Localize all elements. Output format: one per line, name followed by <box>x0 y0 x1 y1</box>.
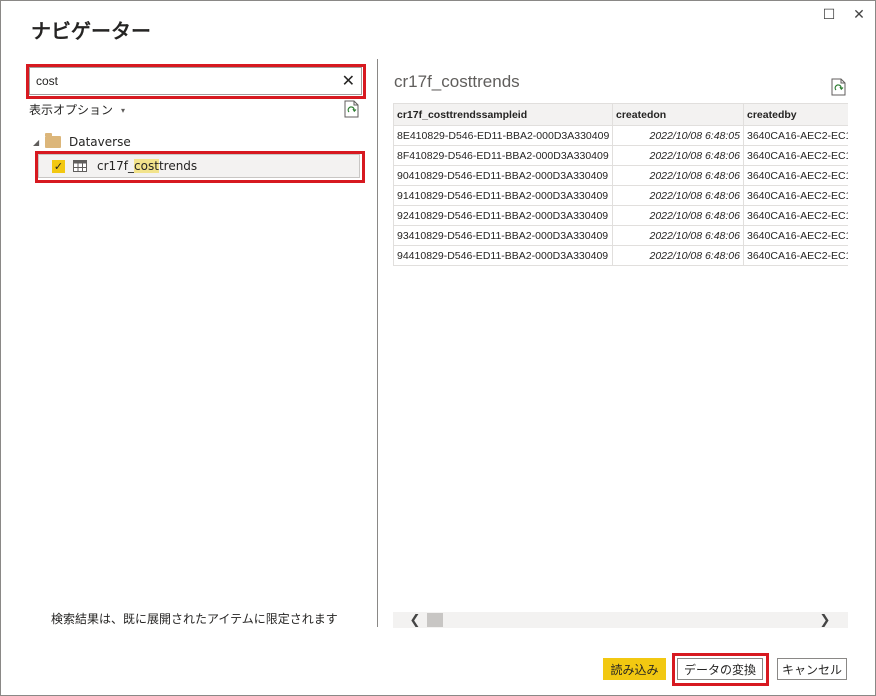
maximize-icon: ☐ <box>822 7 836 23</box>
expand-triangle-icon[interactable]: ◢ <box>33 138 45 147</box>
tree-item-label: cr17f_costtrends <box>97 159 197 173</box>
search-box: ✕ <box>29 67 362 95</box>
close-window-button[interactable]: ✕ <box>845 5 873 25</box>
clear-search-icon[interactable]: ✕ <box>342 71 355 90</box>
table-row: 91410829-D546-ED11-BBA2-000D3A330409 202… <box>393 185 848 206</box>
table-cell: 91410829-D546-ED11-BBA2-000D3A330409 <box>393 185 613 206</box>
search-scope-note: 検索結果は、既に展開されたアイテムに限定されます <box>51 612 338 626</box>
chevron-down-icon: ▾ <box>121 106 126 115</box>
table-cell: 93410829-D546-ED11-BBA2-000D3A330409 <box>393 225 613 246</box>
column-header[interactable]: createdby <box>743 103 848 126</box>
table-row: 93410829-D546-ED11-BBA2-000D3A330409 202… <box>393 225 848 246</box>
table-header-row: cr17f_costtrendssampleid createdon creat… <box>393 103 848 126</box>
refresh-icon[interactable] <box>344 100 360 118</box>
table-cell: 92410829-D546-ED11-BBA2-000D3A330409 <box>393 205 613 226</box>
search-input[interactable] <box>30 69 332 93</box>
close-icon: ✕ <box>853 7 865 23</box>
table-cell: 3640CA16-AEC2-EC1 <box>743 125 848 146</box>
table-cell: 3640CA16-AEC2-EC1 <box>743 225 848 246</box>
scrollbar-thumb[interactable] <box>427 613 443 627</box>
tree-item-checkbox[interactable]: ✓ <box>52 159 65 173</box>
navigator-dialog: ☐ ✕ ナビゲーター ✕ 表示オプション ▾ ◢ Dataverse ✓ cr17… <box>0 0 876 696</box>
label-suffix: trends <box>158 159 198 173</box>
search-match-highlight: cost <box>134 159 159 173</box>
table-cell: 8E410829-D546-ED11-BBA2-000D3A330409 <box>393 125 613 146</box>
scroll-right-icon[interactable]: ❯ <box>817 612 833 628</box>
pane-divider <box>377 59 378 627</box>
table-cell: 2022/10/08 6:48:05 <box>612 125 744 146</box>
table-row: 92410829-D546-ED11-BBA2-000D3A330409 202… <box>393 205 848 226</box>
transform-data-button[interactable]: データの変換 <box>677 658 763 680</box>
table-cell: 2022/10/08 6:48:06 <box>612 165 744 186</box>
preview-table-container: cr17f_costtrendssampleid createdon creat… <box>393 103 848 273</box>
check-icon: ✓ <box>53 159 64 173</box>
table-cell: 3640CA16-AEC2-EC1 <box>743 185 848 206</box>
tree-node-dataverse[interactable]: ◢ Dataverse <box>33 133 131 151</box>
load-button[interactable]: 読み込み <box>603 658 666 680</box>
table-row: 94410829-D546-ED11-BBA2-000D3A330409 202… <box>393 245 848 266</box>
column-header[interactable]: createdon <box>612 103 744 126</box>
table-cell: 8F410829-D546-ED11-BBA2-000D3A330409 <box>393 145 613 166</box>
display-options-label: 表示オプション <box>29 103 114 117</box>
table-icon <box>73 160 87 172</box>
table-row: 8F410829-D546-ED11-BBA2-000D3A330409 202… <box>393 145 848 166</box>
scroll-left-icon[interactable]: ❮ <box>407 612 423 628</box>
table-cell: 3640CA16-AEC2-EC1 <box>743 245 848 266</box>
tree-item-costtrends[interactable]: ✓ cr17f_costtrends <box>38 154 360 178</box>
horizontal-scrollbar[interactable]: ❮ ❯ <box>393 612 848 628</box>
column-header[interactable]: cr17f_costtrendssampleid <box>393 103 613 126</box>
cancel-button[interactable]: キャンセル <box>777 658 847 680</box>
table-cell: 3640CA16-AEC2-EC1 <box>743 165 848 186</box>
tree-node-label: Dataverse <box>69 135 131 149</box>
display-options-dropdown[interactable]: 表示オプション ▾ <box>29 101 125 118</box>
table-cell: 94410829-D546-ED11-BBA2-000D3A330409 <box>393 245 613 266</box>
preview-refresh-icon[interactable] <box>831 78 847 96</box>
folder-icon <box>45 133 61 148</box>
table-row: 90410829-D546-ED11-BBA2-000D3A330409 202… <box>393 165 848 186</box>
maximize-button[interactable]: ☐ <box>815 5 843 25</box>
table-cell: 90410829-D546-ED11-BBA2-000D3A330409 <box>393 165 613 186</box>
table-cell: 2022/10/08 6:48:06 <box>612 225 744 246</box>
table-cell: 2022/10/08 6:48:06 <box>612 205 744 226</box>
table-cell: 2022/10/08 6:48:06 <box>612 245 744 266</box>
preview-title: cr17f_costtrends <box>394 72 520 91</box>
table-cell: 3640CA16-AEC2-EC1 <box>743 145 848 166</box>
table-row: 8E410829-D546-ED11-BBA2-000D3A330409 202… <box>393 125 848 146</box>
dialog-title: ナビゲーター <box>31 19 151 43</box>
label-prefix: cr17f_ <box>97 159 135 173</box>
table-cell: 3640CA16-AEC2-EC1 <box>743 205 848 226</box>
preview-table: cr17f_costtrendssampleid createdon creat… <box>393 103 848 266</box>
table-cell: 2022/10/08 6:48:06 <box>612 145 744 166</box>
table-cell: 2022/10/08 6:48:06 <box>612 185 744 206</box>
